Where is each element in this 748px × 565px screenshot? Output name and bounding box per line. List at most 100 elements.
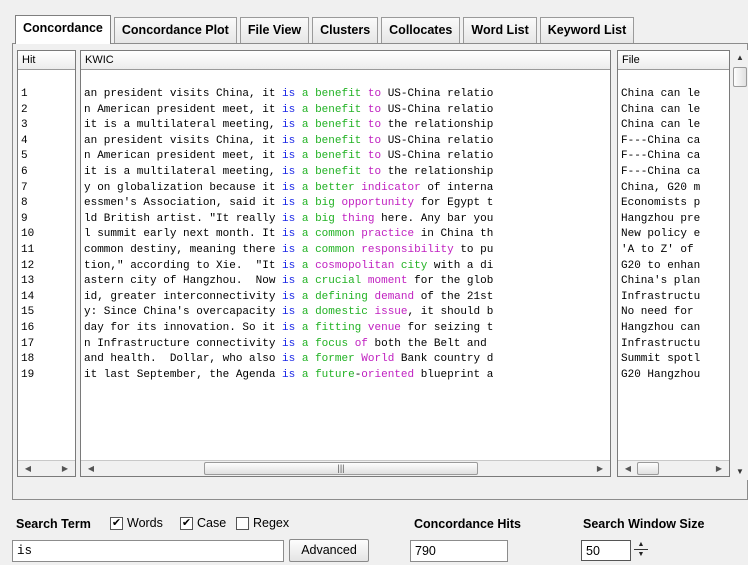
hit-number[interactable]: 5: [18, 149, 75, 165]
file-name[interactable]: Economists p: [618, 196, 729, 212]
kwic-line[interactable]: y on globalization because it is a bette…: [81, 181, 610, 197]
hit-number[interactable]: 7: [18, 181, 75, 197]
file-name[interactable]: F---China ca: [618, 134, 729, 150]
hit-number[interactable]: 12: [18, 259, 75, 275]
hit-number[interactable]: 18: [18, 352, 75, 368]
regex-check-icon[interactable]: [236, 516, 249, 530]
file-name[interactable]: Summit spotl: [618, 352, 729, 368]
kwic-line[interactable]: y: Since China's overcapacity is a domes…: [81, 305, 610, 321]
file-name[interactable]: 'A to Z' of: [618, 243, 729, 259]
tab-concordance-plot[interactable]: Concordance Plot: [113, 17, 237, 43]
kwic-line[interactable]: an president visits China, it is a benef…: [81, 134, 610, 150]
scroll-right-icon[interactable]: ▶: [57, 461, 73, 476]
window-size-spinner[interactable]: ▲ ▼: [630, 540, 652, 561]
hit-number[interactable]: 2: [18, 103, 75, 119]
tab-concordance[interactable]: Concordance: [15, 15, 111, 44]
kwic-line[interactable]: astern city of Hangzhou. Now is a crucia…: [81, 274, 610, 290]
hit-number[interactable]: 6: [18, 165, 75, 181]
kwic-line[interactable]: it is a multilateral meeting, is a benef…: [81, 165, 610, 181]
file-horizontal-scrollbar[interactable]: ◀ ▶: [618, 460, 729, 476]
kwic-line[interactable]: tion," according to Xie. "It is a cosmop…: [81, 259, 610, 275]
words-checkbox[interactable]: ✔ Words: [110, 516, 163, 530]
file-name[interactable]: G20 to enhan: [618, 259, 729, 275]
case-check-icon[interactable]: ✔: [180, 516, 193, 530]
scroll-down-icon[interactable]: ▼: [732, 464, 748, 480]
hit-column-header[interactable]: Hit: [18, 51, 75, 70]
kwic-line[interactable]: an president visits China, it is a benef…: [81, 87, 610, 103]
scroll-right-icon[interactable]: ▶: [592, 461, 608, 476]
scroll-up-icon[interactable]: ▲: [732, 50, 748, 66]
words-check-icon[interactable]: ✔: [110, 516, 123, 530]
regex-checkbox[interactable]: Regex: [236, 516, 289, 530]
hit-number[interactable]: 16: [18, 321, 75, 337]
kwic-line[interactable]: ld British artist. "It really is a big t…: [81, 212, 610, 228]
file-name[interactable]: China, G20 m: [618, 181, 729, 197]
hit-number[interactable]: 15: [18, 305, 75, 321]
file-name[interactable]: Hangzhou pre: [618, 212, 729, 228]
file-name[interactable]: New policy e: [618, 227, 729, 243]
spinner-up-icon[interactable]: ▲: [630, 540, 652, 549]
hit-number[interactable]: 3: [18, 118, 75, 134]
node-word: is: [282, 150, 296, 163]
file-name[interactable]: F---China ca: [618, 165, 729, 181]
vertical-scrollbar[interactable]: ▲ ▼: [732, 50, 748, 480]
kwic-line[interactable]: and health. Dollar, who also is a former…: [81, 352, 610, 368]
advanced-button[interactable]: Advanced: [289, 539, 369, 562]
file-name[interactable]: No need for: [618, 305, 729, 321]
file-name[interactable]: China can le: [618, 103, 729, 119]
node-word: is: [282, 228, 296, 241]
file-name[interactable]: G20 Hangzhou: [618, 368, 729, 384]
hit-number[interactable]: 17: [18, 337, 75, 353]
hit-number[interactable]: 9: [18, 212, 75, 228]
spinner-down-icon[interactable]: ▼: [630, 550, 652, 559]
tab-keyword-list[interactable]: Keyword List: [539, 17, 635, 43]
file-name[interactable]: China can le: [618, 118, 729, 134]
scroll-left-icon[interactable]: ◀: [20, 461, 36, 476]
scroll-right-icon[interactable]: ▶: [711, 461, 727, 476]
kwic-line[interactable]: it last September, the Agenda is a futur…: [81, 368, 610, 384]
file-name[interactable]: Hangzhou can: [618, 321, 729, 337]
kwic-line[interactable]: it is a multilateral meeting, is a benef…: [81, 118, 610, 134]
hit-number[interactable]: 19: [18, 368, 75, 384]
hit-number[interactable]: 13: [18, 274, 75, 290]
hit-number[interactable]: 8: [18, 196, 75, 212]
file-name[interactable]: China's plan: [618, 274, 729, 290]
kwic-line[interactable]: essmen's Association, said it is a big o…: [81, 196, 610, 212]
kwic-line[interactable]: common destiny, meaning there is a commo…: [81, 243, 610, 259]
kwic-horizontal-scrollbar[interactable]: ◀ ||| ▶: [81, 460, 610, 476]
kwic-line[interactable]: l summit early next month. It is a commo…: [81, 227, 610, 243]
left-context: astern city of Hangzhou. Now: [84, 275, 283, 288]
kwic-line[interactable]: id, greater interconnectivity is a defin…: [81, 290, 610, 306]
tab-clusters[interactable]: Clusters: [312, 17, 379, 43]
collocate-word: benefit: [315, 88, 362, 100]
tab-word-list[interactable]: Word List: [463, 17, 537, 43]
file-scroll-thumb[interactable]: [637, 462, 659, 475]
hit-number[interactable]: 11: [18, 243, 75, 259]
hit-number[interactable]: 10: [18, 227, 75, 243]
file-name[interactable]: China can le: [618, 87, 729, 103]
left-context: and health. Dollar, who also: [84, 353, 283, 366]
case-checkbox[interactable]: ✔ Case: [180, 516, 226, 530]
kwic-scroll-thumb[interactable]: |||: [204, 462, 478, 475]
hit-number[interactable]: 14: [18, 290, 75, 306]
vertical-scroll-thumb[interactable]: [733, 67, 747, 87]
kwic-line[interactable]: n American president meet, it is a benef…: [81, 149, 610, 165]
kwic-column-header[interactable]: KWIC: [81, 51, 610, 70]
hit-horizontal-scrollbar[interactable]: ◀ ▶: [18, 460, 75, 476]
hit-number[interactable]: 4: [18, 134, 75, 150]
hit-number[interactable]: 1: [18, 87, 75, 103]
kwic-line[interactable]: day for its innovation. So it is a fitti…: [81, 321, 610, 337]
file-name[interactable]: Infrastructu: [618, 337, 729, 353]
tab-file-view[interactable]: File View: [239, 17, 310, 43]
scroll-left-icon[interactable]: ◀: [83, 461, 99, 476]
file-column-header[interactable]: File: [618, 51, 729, 70]
search-term-input[interactable]: is: [12, 540, 284, 562]
right-context: with a di: [427, 259, 494, 272]
file-name[interactable]: Infrastructu: [618, 290, 729, 306]
file-name[interactable]: F---China ca: [618, 149, 729, 165]
kwic-line[interactable]: n American president meet, it is a benef…: [81, 103, 610, 119]
kwic-line[interactable]: n Infrastructure connectivity is a focus…: [81, 337, 610, 353]
scroll-left-icon[interactable]: ◀: [620, 461, 636, 476]
tab-collocates[interactable]: Collocates: [381, 17, 461, 43]
search-window-size-input[interactable]: 50: [581, 540, 631, 561]
